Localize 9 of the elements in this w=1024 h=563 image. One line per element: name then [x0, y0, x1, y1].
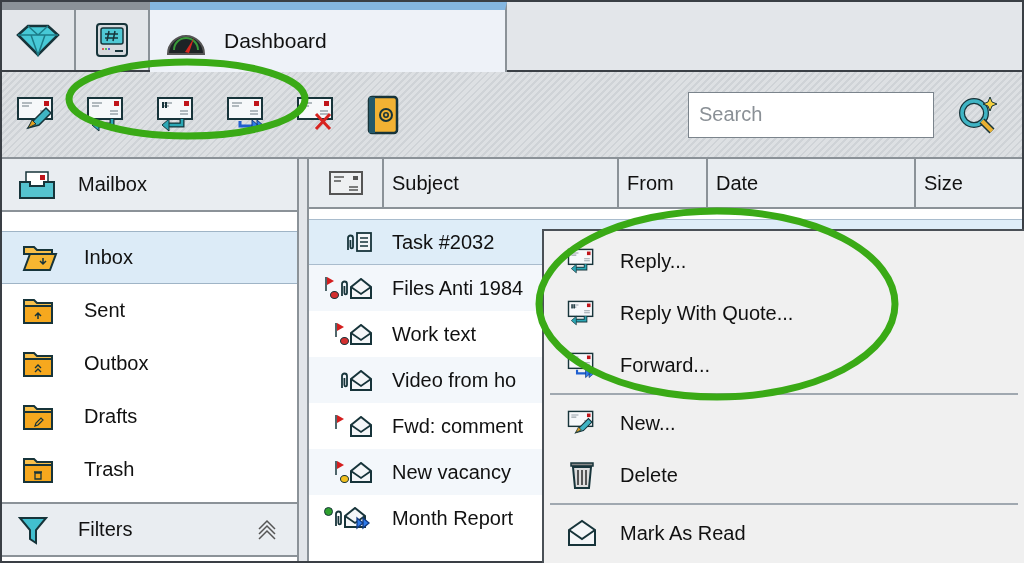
subject-cell-text: Fwd: comment: [391, 414, 524, 438]
filters-label: Filters: [78, 518, 134, 541]
subject-cell-text: Work text: [391, 322, 477, 346]
subject-cell-text: New vacancy: [391, 460, 511, 484]
subject-cell-text: Month Report: [391, 506, 514, 530]
subject-cell-text: Files Anti 1984: [391, 276, 524, 300]
subject-cell-text: Task #2032: [391, 230, 495, 254]
subject-cell-text: Video from ho: [391, 368, 517, 392]
mailbox-title: Mailbox: [78, 173, 147, 196]
